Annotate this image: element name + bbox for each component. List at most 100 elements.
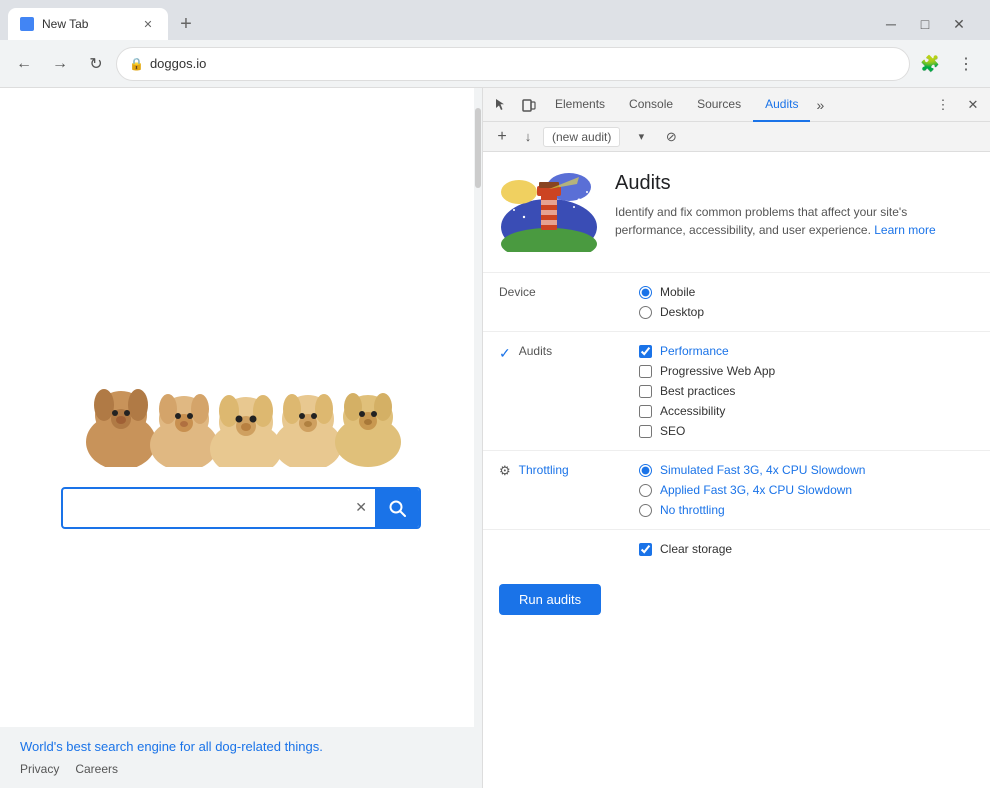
- audits-section-label: Audits: [519, 344, 552, 358]
- scroll-thumb[interactable]: [475, 108, 481, 188]
- applied-throttling-option[interactable]: Applied Fast 3G, 4x CPU Slowdown: [639, 483, 974, 497]
- search-button[interactable]: [375, 487, 419, 529]
- clear-storage-options: Clear storage: [639, 542, 974, 556]
- throttling-section: ⚙ Throttling Simulated Fast 3G, 4x CPU S…: [483, 451, 990, 530]
- best-practices-label: Best practices: [660, 384, 735, 398]
- website-footer: World's best search engine for all dog-r…: [0, 727, 482, 788]
- device-section: Device Mobile Desktop: [483, 273, 990, 332]
- desktop-radio[interactable]: [639, 306, 652, 319]
- back-button[interactable]: ←: [8, 48, 40, 80]
- mobile-label: Mobile: [660, 285, 695, 299]
- maximize-button[interactable]: □: [912, 11, 938, 37]
- toolbar-icons: 🧩 ⋮: [914, 48, 982, 80]
- scrollbar[interactable]: [474, 88, 482, 788]
- device-label-container: Device: [499, 285, 619, 319]
- devtools-close-button[interactable]: ✕: [960, 92, 986, 118]
- seo-checkbox[interactable]: [639, 425, 652, 438]
- seo-option[interactable]: SEO: [639, 424, 974, 438]
- devtools-more-button[interactable]: ⋮: [930, 92, 956, 118]
- tab-sources[interactable]: Sources: [685, 88, 753, 122]
- applied-throttling-radio[interactable]: [639, 484, 652, 497]
- clear-storage-checkbox[interactable]: [639, 543, 652, 556]
- audits-title-section: Audits Identify and fix common problems …: [615, 172, 974, 252]
- simulated-throttling-radio[interactable]: [639, 464, 652, 477]
- puppies-svg: [66, 287, 416, 467]
- audit-download-button[interactable]: ↓: [517, 126, 539, 148]
- accessibility-checkbox[interactable]: [639, 405, 652, 418]
- device-section-label: Device: [499, 285, 536, 299]
- devtools-toolbar: Elements Console Sources Audits » ⋮ ✕: [483, 88, 990, 122]
- navigation-bar: ← → ↻ 🔒 doggos.io 🧩 ⋮: [0, 40, 990, 88]
- pwa-label: Progressive Web App: [660, 364, 775, 378]
- audits-description: Identify and fix common problems that af…: [615, 203, 974, 239]
- audits-content: Audits Identify and fix common problems …: [483, 152, 990, 788]
- website-content: ✕: [0, 88, 482, 727]
- search-container: ✕: [61, 487, 421, 529]
- pwa-option[interactable]: Progressive Web App: [639, 364, 974, 378]
- more-button[interactable]: ⋮: [950, 48, 982, 80]
- tab-elements[interactable]: Elements: [543, 88, 617, 122]
- website-panel: ✕ World's best search engine for all dog…: [0, 88, 482, 788]
- search-input[interactable]: [63, 492, 347, 524]
- browser-tab[interactable]: New Tab ✕: [8, 8, 168, 40]
- performance-option[interactable]: Performance: [639, 344, 974, 358]
- desktop-option[interactable]: Desktop: [639, 305, 974, 319]
- no-throttling-option[interactable]: No throttling: [639, 503, 974, 517]
- cursor-icon: [493, 97, 509, 113]
- learn-more-link[interactable]: Learn more: [874, 223, 935, 237]
- forward-button[interactable]: →: [44, 48, 76, 80]
- desktop-label: Desktop: [660, 305, 704, 319]
- url-text: doggos.io: [150, 56, 897, 71]
- search-icon: [388, 499, 406, 517]
- best-practices-checkbox[interactable]: [639, 385, 652, 398]
- clear-storage-option[interactable]: Clear storage: [639, 542, 974, 556]
- seo-label: SEO: [660, 424, 685, 438]
- footer-tagline: World's best search engine for all dog-r…: [20, 739, 462, 754]
- new-tab-button[interactable]: +: [172, 10, 200, 38]
- close-button[interactable]: ✕: [946, 11, 972, 37]
- throttling-section-label: Throttling: [519, 463, 569, 477]
- audit-block-button[interactable]: ⊘: [658, 124, 684, 150]
- devtools-tabs: Elements Console Sources Audits »: [543, 88, 930, 122]
- more-tabs-button[interactable]: »: [810, 93, 830, 117]
- device-icon: [521, 97, 537, 113]
- performance-label: Performance: [660, 344, 729, 358]
- minimize-button[interactable]: ─: [878, 11, 904, 37]
- search-clear-button[interactable]: ✕: [347, 491, 375, 524]
- new-audit-label[interactable]: (new audit): [543, 127, 620, 147]
- privacy-link[interactable]: Privacy: [20, 762, 59, 776]
- audit-add-button[interactable]: +: [491, 126, 513, 148]
- mobile-radio[interactable]: [639, 286, 652, 299]
- device-toolbar-button[interactable]: [515, 91, 543, 119]
- tagline-suffix: dog-related things.: [212, 739, 323, 754]
- simulated-throttling-option[interactable]: Simulated Fast 3G, 4x CPU Slowdown: [639, 463, 974, 477]
- tab-close-button[interactable]: ✕: [140, 16, 156, 32]
- tagline-prefix: World's best search engine for: [20, 739, 199, 754]
- reload-button[interactable]: ↻: [80, 48, 112, 80]
- applied-throttling-label: Applied Fast 3G, 4x CPU Slowdown: [660, 483, 852, 497]
- run-audits-button[interactable]: Run audits: [499, 584, 601, 615]
- gear-icon: ⚙: [499, 463, 511, 479]
- best-practices-option[interactable]: Best practices: [639, 384, 974, 398]
- tagline-highlight: all: [199, 739, 212, 754]
- inspect-element-button[interactable]: [487, 91, 515, 119]
- careers-link[interactable]: Careers: [75, 762, 118, 776]
- audit-checkboxes: Performance Progressive Web App Best pra…: [639, 344, 974, 438]
- tab-audits[interactable]: Audits: [753, 88, 810, 122]
- extensions-button[interactable]: 🧩: [914, 48, 946, 80]
- audits-desc-text: Identify and fix common problems that af…: [615, 205, 907, 237]
- performance-checkbox[interactable]: [639, 345, 652, 358]
- clear-storage-label-container: [499, 542, 619, 556]
- pwa-checkbox[interactable]: [639, 365, 652, 378]
- accessibility-option[interactable]: Accessibility: [639, 404, 974, 418]
- audits-label-container: ✓ Audits: [499, 344, 619, 438]
- address-bar[interactable]: 🔒 doggos.io: [116, 47, 910, 81]
- mobile-option[interactable]: Mobile: [639, 285, 974, 299]
- tab-title: New Tab: [42, 17, 132, 31]
- clear-storage-section: Clear storage: [483, 530, 990, 568]
- audit-dropdown-button[interactable]: ▾: [628, 124, 654, 150]
- accessibility-label: Accessibility: [660, 404, 725, 418]
- tab-console[interactable]: Console: [617, 88, 685, 122]
- audits-title: Audits: [615, 172, 974, 195]
- no-throttling-radio[interactable]: [639, 504, 652, 517]
